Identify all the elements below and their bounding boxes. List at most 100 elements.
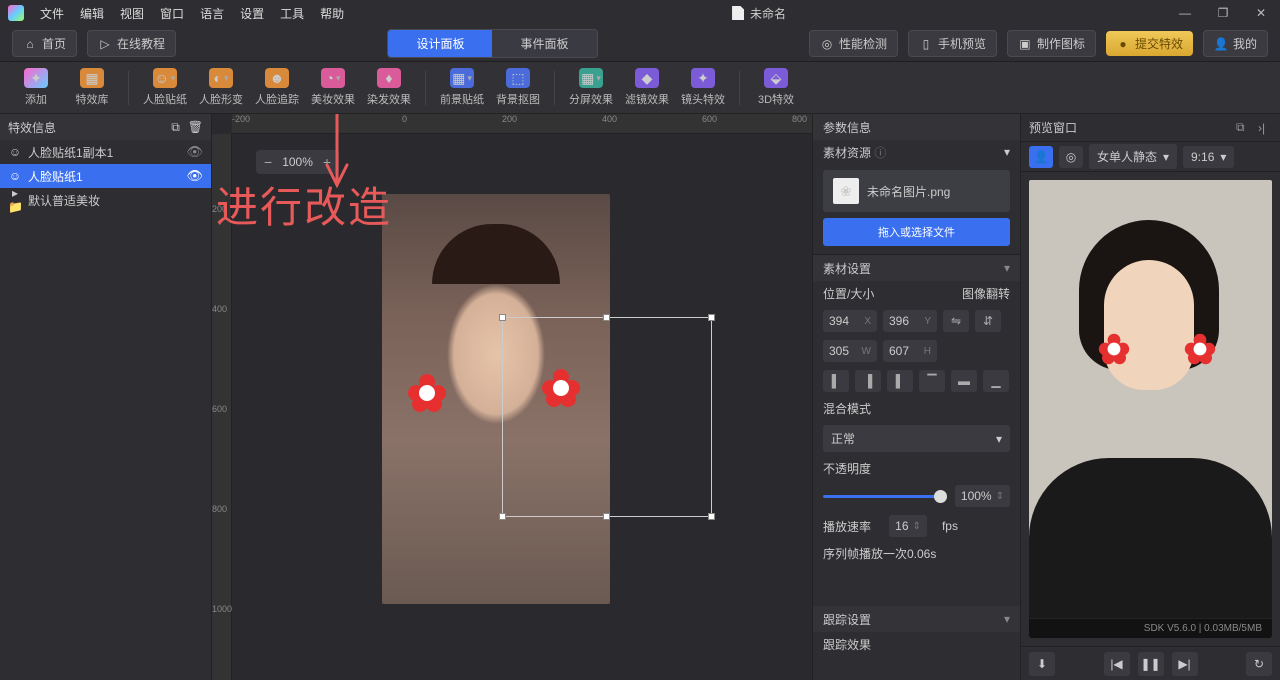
copy-icon[interactable]: ⧉ — [171, 120, 180, 135]
delete-icon[interactable]: 🗑 — [188, 120, 203, 135]
slider-thumb[interactable] — [934, 490, 947, 503]
align-bottom[interactable]: ▁ — [983, 370, 1009, 392]
menu-file[interactable]: 文件 — [40, 5, 64, 22]
tool-background[interactable]: ⬚背景抠图 — [492, 66, 544, 109]
resize-handle[interactable] — [603, 513, 610, 520]
layer-item-selected[interactable]: ☺人脸贴纸1👁 — [0, 164, 211, 188]
asset-item[interactable]: ❀未命名图片.png — [823, 170, 1010, 212]
blend-label: 混合模式 — [823, 400, 871, 417]
deform-label: 人脸形变 — [199, 91, 243, 107]
popout-icon[interactable]: ⧉ — [1236, 120, 1250, 135]
align-left[interactable]: ▌ — [823, 370, 849, 392]
submit-button[interactable]: ●提交特效 — [1106, 31, 1193, 56]
tool-lens[interactable]: ✦镜头特效 — [677, 66, 729, 109]
menu-view[interactable]: 视图 — [120, 5, 144, 22]
tool-beauty[interactable]: ◔▾美妆效果 — [307, 66, 359, 109]
canvas[interactable]: -200 0 200 400 600 800 200 400 600 800 1… — [212, 114, 812, 680]
tool-face-track[interactable]: ☻人脸追踪 — [251, 66, 303, 109]
h-field[interactable]: 607H — [883, 340, 937, 362]
preview-ratio-select[interactable]: 9:16▾ — [1183, 146, 1234, 168]
visibility-icon[interactable]: 👁 — [186, 144, 203, 160]
flip-h-button[interactable]: ⇋ — [943, 310, 969, 332]
menu-edit[interactable]: 编辑 — [80, 5, 104, 22]
window-minimize[interactable]: ― — [1174, 6, 1196, 20]
preview-mode-select[interactable]: 女单人静态▾ — [1089, 144, 1177, 169]
tool-face-deform[interactable]: ◐▾人脸形变 — [195, 66, 247, 109]
collapse-icon[interactable]: ›| — [1258, 121, 1272, 135]
mobile-preview-button[interactable]: ▯手机预览 — [908, 30, 997, 57]
visibility-icon[interactable]: 👁 — [186, 168, 203, 184]
align-center-h[interactable]: ▐ — [855, 370, 881, 392]
tool-split[interactable]: ▦▾分屏效果 — [565, 66, 617, 109]
tab-event[interactable]: 事件面板 — [492, 30, 596, 57]
align-top[interactable]: ▔ — [919, 370, 945, 392]
preview-body — [1029, 458, 1272, 638]
y-field[interactable]: 396Y — [883, 310, 937, 332]
window-maximize[interactable]: ❐ — [1212, 6, 1234, 20]
layer-item[interactable]: ▸ 📁默认普适美妆 — [0, 188, 211, 212]
fxlib-icon: ▦ — [80, 68, 104, 88]
home-button[interactable]: ⌂首页 — [12, 30, 77, 57]
prev-button[interactable]: |◀ — [1104, 652, 1130, 676]
track-settings-header[interactable]: 跟踪设置▾ — [813, 606, 1020, 632]
flower-sticker-left[interactable] — [408, 374, 446, 412]
tool-3d[interactable]: ⬙3D特效 — [750, 66, 802, 109]
tutorial-button[interactable]: ▷在线教程 — [87, 30, 176, 57]
blend-mode-select[interactable]: 正常▾ — [823, 425, 1010, 452]
w-field[interactable]: 305W — [823, 340, 877, 362]
fps-value: 16 — [895, 519, 908, 533]
submit-label: 提交特效 — [1135, 35, 1183, 52]
resize-handle[interactable] — [499, 314, 506, 321]
resize-handle[interactable] — [708, 314, 715, 321]
split-label: 分屏效果 — [569, 91, 613, 107]
align-center-v[interactable]: ▬ — [951, 370, 977, 392]
tool-hair[interactable]: ♦染发效果 — [363, 66, 415, 109]
tool-fxlib[interactable]: ▦特效库 — [66, 66, 118, 109]
settings-section-header[interactable]: 素材设置▾ — [813, 255, 1020, 281]
perf-button[interactable]: ◎性能检测 — [809, 30, 898, 57]
asset-thumbnail: ❀ — [833, 178, 859, 204]
flip-v-button[interactable]: ⇵ — [975, 310, 1001, 332]
next-button[interactable]: ▶| — [1172, 652, 1198, 676]
tool-foreground[interactable]: ▦▾前景贴纸 — [436, 66, 488, 109]
menu-tools[interactable]: 工具 — [280, 5, 304, 22]
menu-settings[interactable]: 设置 — [240, 5, 264, 22]
align-right[interactable]: ▌ — [887, 370, 913, 392]
loop-button[interactable]: ↻ — [1246, 652, 1272, 676]
fps-field[interactable]: 16 ⇕ — [889, 515, 927, 537]
window-close[interactable]: ✕ — [1250, 6, 1272, 20]
record-button[interactable]: ⬇ — [1029, 652, 1055, 676]
fg-label: 前景贴纸 — [440, 91, 484, 107]
mine-button[interactable]: 👤我的 — [1203, 30, 1268, 57]
asset-section-header[interactable]: 素材资源 ⓘ▾ — [813, 140, 1020, 164]
tool-filter[interactable]: ◆滤镜效果 — [621, 66, 673, 109]
stepper-icon[interactable]: ⇕ — [996, 491, 1004, 502]
menu-window[interactable]: 窗口 — [160, 5, 184, 22]
info-icon: ⓘ — [874, 146, 886, 160]
stepper-icon[interactable]: ⇕ — [913, 521, 921, 532]
zoom-in[interactable]: + — [323, 154, 331, 170]
selection-box[interactable] — [502, 317, 712, 517]
import-file-button[interactable]: 拖入或选择文件 — [823, 218, 1010, 246]
preview-mode-2[interactable]: ◎ — [1059, 146, 1083, 168]
x-field[interactable]: 394X — [823, 310, 877, 332]
beauty-label: 美妆效果 — [311, 91, 355, 107]
menu-language[interactable]: 语言 — [200, 5, 224, 22]
menu-help[interactable]: 帮助 — [320, 5, 344, 22]
tool-face-sticker[interactable]: ☺▾人脸贴纸 — [139, 66, 191, 109]
make-icon-button[interactable]: ▣制作图标 — [1007, 30, 1096, 57]
tool-add[interactable]: ✦添加 — [10, 66, 62, 109]
resize-handle[interactable] — [603, 314, 610, 321]
resize-handle[interactable] — [708, 513, 715, 520]
separator — [425, 71, 426, 105]
image-icon: ▣ — [1018, 37, 1032, 51]
ruler-tick: 200 — [502, 114, 517, 124]
resize-handle[interactable] — [499, 513, 506, 520]
tab-design[interactable]: 设计面板 — [388, 30, 492, 57]
layer-item[interactable]: ☺人脸贴纸1副本1👁 — [0, 140, 211, 164]
zoom-out[interactable]: − — [264, 154, 272, 170]
w-suffix: W — [862, 346, 871, 357]
preview-mode-1[interactable]: 👤 — [1029, 146, 1053, 168]
pause-button[interactable]: ❚❚ — [1138, 652, 1164, 676]
opacity-slider[interactable]: 100%⇕ — [823, 485, 1010, 507]
